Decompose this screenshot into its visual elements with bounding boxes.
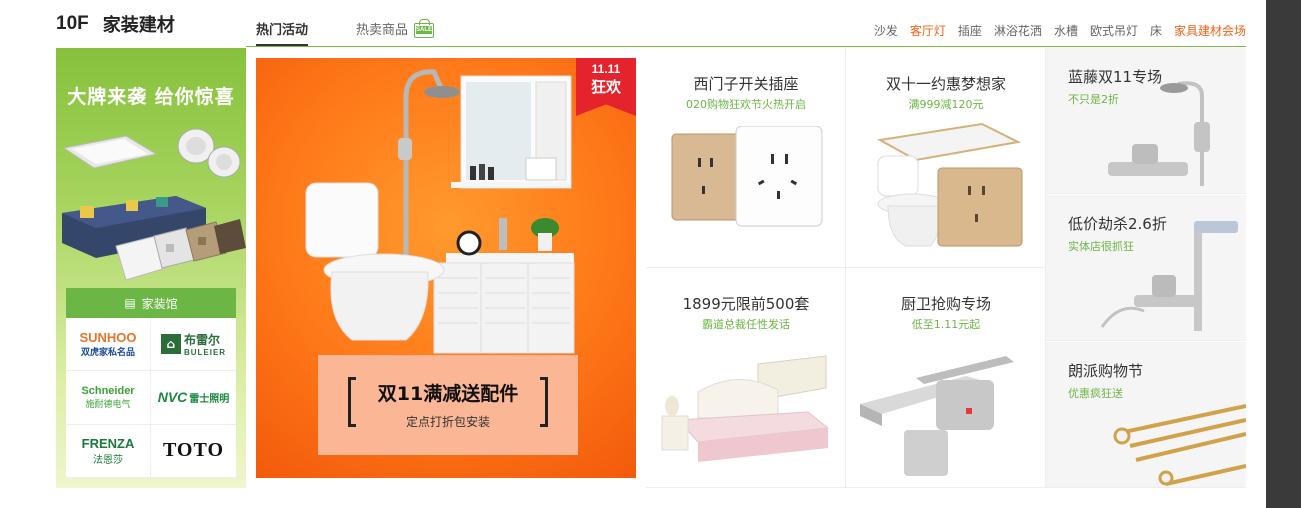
card-subtitle: 020购物狂欢节火热开启 xyxy=(686,98,806,111)
tag-line-2: 狂欢 xyxy=(590,78,621,96)
product-card-kitchen-bath[interactable]: 厨卫抢购专场 低至1.11元起 xyxy=(846,268,1046,488)
product-card-double11-deal[interactable]: 双十一约惠梦想家 满999减120元 xyxy=(846,48,1046,268)
banner-subtitle: 定点打折包安装 xyxy=(405,415,490,429)
printer-icon: ▤ xyxy=(124,296,136,310)
header-divider xyxy=(246,46,1246,47)
product-grid: 西门子开关插座 020购物狂欢节火热开启 双十一约惠梦想家 满999减120元 xyxy=(646,48,1246,488)
product-card-bed-set[interactable]: 1899元限前500套 霸道总裁任性发话 xyxy=(646,268,846,488)
card-subtitle: 霸道总裁任性发话 xyxy=(702,318,790,331)
brand-name: 布雷尔 xyxy=(183,333,220,348)
side-card-lanteng[interactable]: 蓝藤双11专场 不只是2折 xyxy=(1046,48,1246,194)
brand-subtitle: 施耐德电气 xyxy=(85,399,131,410)
brand-name: Schneider xyxy=(81,384,135,397)
left-promo-panel[interactable]: 大牌来袭 给你惊喜 ▤ 家装馆 SUNHOO 双虎家私名品 ⌂ 布雷尔 BULE… xyxy=(56,48,246,488)
socket-image xyxy=(671,126,823,227)
category-link-sofa[interactable]: 沙发 xyxy=(874,22,898,39)
floor-tabs: 热门活动 热卖商品 SALE xyxy=(256,19,482,46)
brand-subtitle: 法恩莎 xyxy=(93,454,123,466)
card-title: 厨卫抢购专场 xyxy=(900,295,991,313)
category-link-living-room-light[interactable]: 客厅灯 xyxy=(910,22,946,39)
card-title: 西门子开关插座 xyxy=(693,75,799,93)
sale-icon-text: SALE xyxy=(416,26,433,34)
banner-title: 双11满减送配件 xyxy=(377,383,519,405)
home-products-image xyxy=(62,128,246,281)
toilet-socket-image xyxy=(876,122,1023,247)
tab-hot-activities[interactable]: 热门活动 xyxy=(256,20,309,46)
card-subtitle: 低至1.11元起 xyxy=(911,318,981,331)
product-card-siemens-socket[interactable]: 西门子开关插座 020购物狂欢节火热开启 xyxy=(646,48,846,268)
sale-bag-icon: SALE xyxy=(414,19,435,38)
floor-name: 家装建材 xyxy=(102,15,175,36)
tab-label: 热门活动 xyxy=(256,23,309,38)
floor-title: 10F 家装建材 xyxy=(56,12,175,36)
brand-subtitle: 双虎家私名品 xyxy=(80,348,135,359)
category-link-chandelier[interactable]: 欧式吊灯 xyxy=(1090,22,1138,39)
category-link-bed[interactable]: 床 xyxy=(1150,22,1162,39)
floor-number: 10F xyxy=(56,13,89,34)
card-title: 朗派购物节 xyxy=(1068,362,1144,380)
category-link-sink[interactable]: 水槽 xyxy=(1054,22,1078,39)
brand-logo-toto[interactable]: TOTO xyxy=(151,425,236,478)
category-link-socket[interactable]: 插座 xyxy=(958,22,982,39)
category-link-furniture-venue[interactable]: 家具建材会场 xyxy=(1174,22,1246,39)
brand-name: SUNHOO xyxy=(79,330,137,346)
brand-logo-nvc[interactable]: NVC 雷士照明 xyxy=(151,371,236,425)
shower-column-image xyxy=(1100,221,1238,331)
brand-subtitle: 雷士照明 xyxy=(189,393,230,405)
left-slogan: 大牌来袭 给你惊喜 xyxy=(67,86,235,108)
card-subtitle: 满999减120元 xyxy=(908,98,984,111)
brand-logo-buleier[interactable]: ⌂ 布雷尔 BULEIER xyxy=(151,318,236,372)
brand-logo-grid: SUNHOO 双虎家私名品 ⌂ 布雷尔 BULEIER Schneider 施耐… xyxy=(66,318,236,478)
brand-name: FRENZA xyxy=(81,435,135,451)
brand-subtitle: BULEIER xyxy=(183,348,227,358)
bed-image xyxy=(661,355,830,462)
faucet-image xyxy=(860,356,1014,476)
brand-name: TOTO xyxy=(162,439,225,462)
category-link-shower[interactable]: 淋浴花洒 xyxy=(994,22,1042,39)
card-title: 双十一约惠梦想家 xyxy=(885,75,1006,93)
page-scrollbar[interactable] xyxy=(1266,0,1301,508)
brand-logo-sunhoo[interactable]: SUNHOO 双虎家私名品 xyxy=(66,318,151,372)
brand-logo-frenza[interactable]: FRENZA 法恩莎 xyxy=(66,424,151,478)
buleier-logo-icon: ⌂ xyxy=(160,334,181,355)
towel-rack-image xyxy=(1113,404,1246,486)
brand-name: NVC xyxy=(157,389,188,406)
category-links: 沙发 客厅灯 插座 淋浴花洒 水槽 欧式吊灯 床 家具建材会场 xyxy=(874,22,1246,39)
tab-hot-products[interactable]: 热卖商品 SALE xyxy=(356,19,435,46)
banner-caption-box: 双11满减送配件 定点打折包安装 xyxy=(318,355,578,455)
brand-hall-label: 家装馆 xyxy=(141,296,178,311)
brand-hall-button[interactable]: ▤ 家装馆 xyxy=(66,288,236,318)
side-card-flash-sale[interactable]: 低价劫杀2.6折 实体店很抓狂 xyxy=(1046,195,1246,341)
tag-line-1: 11.11 xyxy=(591,62,621,76)
shower-set-image xyxy=(1108,81,1210,186)
tab-label: 热卖商品 xyxy=(356,23,409,38)
main-promo-banner[interactable]: 11.11 狂欢 双11满减送配件 定点打折包安装 xyxy=(256,58,636,478)
side-card-langpai[interactable]: 朗派购物节 优惠疯狂送 xyxy=(1046,342,1246,488)
brand-logo-schneider[interactable]: Schneider 施耐德电气 xyxy=(66,371,151,425)
card-title: 1899元限前500套 xyxy=(682,295,810,313)
